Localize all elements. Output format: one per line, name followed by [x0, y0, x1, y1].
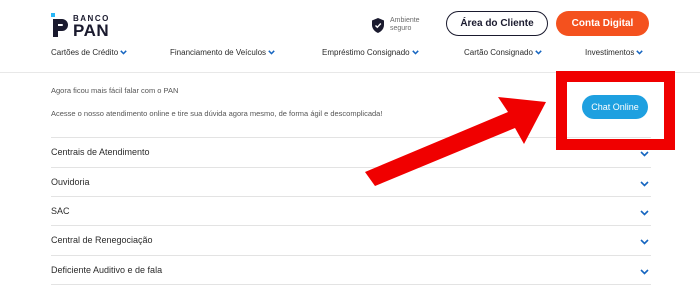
chevron-down-icon	[640, 210, 649, 216]
chevron-down-icon	[411, 50, 419, 55]
chevron-down-icon	[120, 50, 127, 55]
nav-item-investimentos[interactable]: Investimentos	[585, 48, 644, 57]
annotation-highlight-box	[556, 71, 675, 150]
nav-item-cartao-consignado[interactable]: Cartão Consignado	[464, 48, 542, 57]
accordion-label: Deficiente Auditivo e de fala	[51, 265, 163, 275]
logo-text-pan: PAN	[73, 21, 110, 40]
shield-icon	[372, 17, 384, 33]
nav-item-label: Financiamento de Veículos	[170, 48, 267, 57]
pan-logo-icon	[51, 13, 68, 37]
main-nav: Cartões de Crédito Financiamento de Veíc…	[0, 48, 700, 62]
nav-item-emprestimo-consignado[interactable]: Empréstimo Consignado	[322, 48, 419, 57]
site-header: BANCO PAN Ambiente seguro Área do Client…	[0, 0, 700, 73]
chevron-down-icon	[640, 181, 649, 187]
accordion-label: Ouvidoria	[51, 177, 90, 187]
nav-item-label: Cartão Consignado	[464, 48, 533, 57]
accordion-label: Central de Renegociação	[51, 235, 153, 245]
accordion-bottom-divider	[51, 284, 651, 285]
nav-item-label: Cartões de Crédito	[51, 48, 119, 57]
chevron-down-icon	[535, 50, 542, 55]
intro-heading: Agora ficou mais fácil falar com o PAN	[51, 86, 179, 95]
accordion-item-deficiente-auditivo[interactable]: Deficiente Auditivo e de fala	[51, 255, 651, 284]
intro-description: Acesse o nosso atendimento online e tire…	[51, 109, 383, 118]
accordion-item-sac[interactable]: SAC	[51, 196, 651, 225]
pan-logo[interactable]: BANCO PAN	[51, 13, 121, 40]
conta-digital-button[interactable]: Conta Digital	[556, 11, 649, 36]
accordion-item-renegociacao[interactable]: Central de Renegociação	[51, 225, 651, 254]
secure-label: Ambiente seguro	[390, 17, 420, 32]
accordion-label: Centrais de Atendimento	[51, 147, 150, 157]
nav-item-label: Investimentos	[585, 48, 635, 57]
accordion-label: SAC	[51, 206, 70, 216]
chevron-down-icon	[268, 50, 275, 55]
accordion-item-ouvidoria[interactable]: Ouvidoria	[51, 167, 651, 196]
chevron-down-icon	[640, 269, 649, 275]
chevron-down-icon	[640, 151, 649, 157]
nav-item-cartoes-credito[interactable]: Cartões de Crédito	[51, 48, 127, 57]
nav-item-label: Empréstimo Consignado	[322, 48, 410, 57]
chevron-down-icon	[640, 239, 649, 245]
nav-item-financiamento[interactable]: Financiamento de Veículos	[170, 48, 275, 57]
secure-environment: Ambiente seguro	[371, 15, 432, 35]
chevron-down-icon	[636, 50, 644, 55]
area-cliente-button[interactable]: Área do Cliente	[446, 11, 548, 36]
